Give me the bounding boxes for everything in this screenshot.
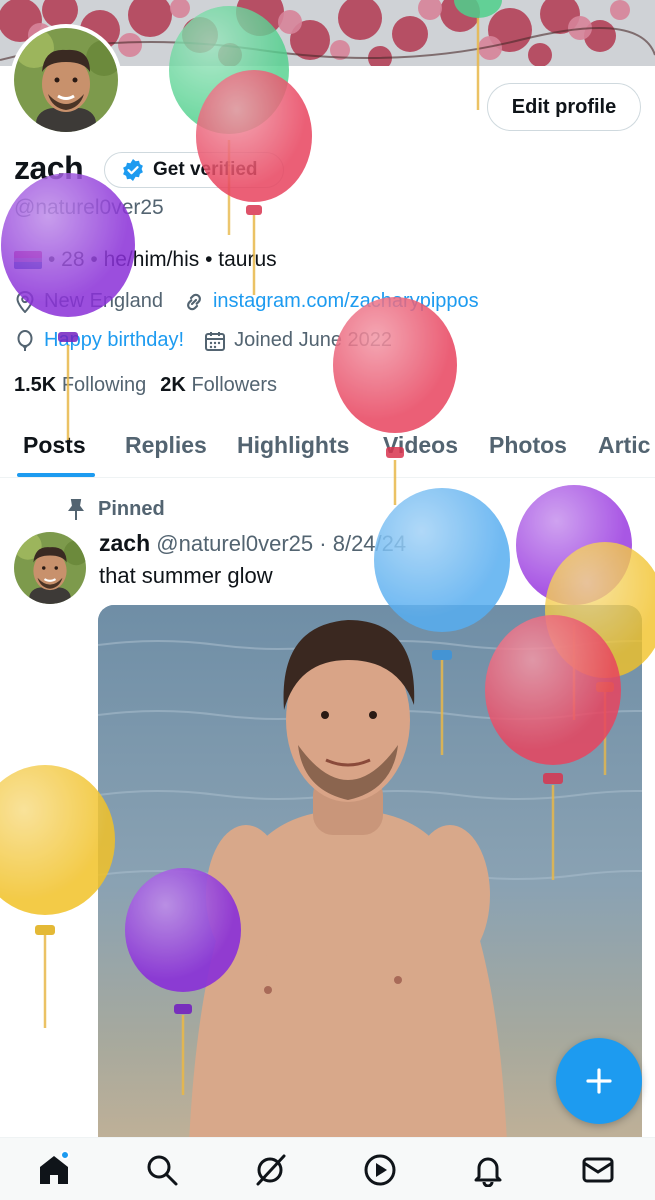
pinned-text: Pinned [98, 498, 165, 520]
post-date[interactable]: 8/24/24 [333, 531, 406, 556]
compose-post-button[interactable] [556, 1038, 642, 1124]
tab-highlights[interactable]: Highlights [237, 432, 349, 459]
website-link[interactable]: instagram.com/zacharypippos [213, 290, 479, 313]
post-author-avatar[interactable] [14, 532, 86, 604]
profile-meta-row-1: New England instagram.com/zacharypippos [14, 290, 479, 313]
nav-messages[interactable] [580, 1152, 616, 1188]
pinned-label-row: Pinned [66, 498, 165, 521]
grok-icon [256, 1154, 286, 1186]
mail-icon [582, 1157, 614, 1183]
bi-pride-flag-icon [14, 251, 42, 269]
post-author-name[interactable]: zach [99, 530, 150, 556]
avatar-face-image [14, 532, 86, 604]
balloon-icon [14, 329, 36, 352]
bio-text: • 28 • he/him/his • taurus [48, 248, 277, 271]
profile-name: zach [14, 150, 84, 186]
search-icon [147, 1155, 178, 1186]
get-verified-label: Get verified [153, 159, 258, 180]
tab-videos[interactable]: Videos [383, 432, 458, 459]
nav-grok[interactable] [252, 1152, 288, 1188]
nav-notifications[interactable] [470, 1152, 506, 1188]
plus-icon [586, 1068, 612, 1094]
joined-date: Joined June 2022 [234, 329, 392, 351]
profile-tabs: Posts Replies Highlights Videos Photos A… [0, 414, 655, 478]
location-text: New England [44, 290, 163, 312]
tab-replies[interactable]: Replies [125, 432, 207, 459]
tab-photos[interactable]: Photos [489, 432, 567, 459]
home-unread-dot [60, 1150, 70, 1160]
bell-icon [474, 1157, 502, 1187]
calendar-icon [204, 330, 226, 352]
profile-avatar[interactable] [10, 24, 122, 136]
post-header: zach @naturel0ver25 · 8/24/24 [99, 530, 406, 557]
nav-search[interactable] [144, 1152, 180, 1188]
profile-bio: • 28 • he/him/his • taurus [14, 248, 277, 272]
edit-profile-button[interactable]: Edit profile [487, 83, 641, 131]
tab-posts[interactable]: Posts [23, 432, 86, 459]
avatar-face-image [14, 28, 118, 132]
location-pin-icon [14, 290, 36, 313]
link-icon [183, 291, 205, 313]
tab-articles[interactable]: Artic [598, 432, 650, 459]
active-tab-indicator [17, 473, 95, 477]
nav-video[interactable] [362, 1152, 398, 1188]
follow-stats: 1.5K Following 2K Followers [14, 374, 277, 397]
bottom-navigation [0, 1137, 655, 1200]
post-author-handle[interactable]: @naturel0ver25 [156, 531, 313, 556]
followers-link[interactable]: 2K Followers [160, 374, 277, 397]
get-verified-button[interactable]: Get verified [104, 152, 284, 188]
verified-badge-icon [123, 159, 143, 181]
following-link[interactable]: 1.5K Following [14, 374, 146, 397]
profile-handle: @naturel0ver25 [14, 196, 164, 219]
profile-meta-row-2: Happy birthday! Joined June 2022 [14, 329, 392, 352]
post-separator: · [319, 531, 327, 556]
birthday-text[interactable]: Happy birthday! [44, 329, 184, 352]
pin-icon [68, 498, 84, 520]
video-icon [364, 1154, 396, 1186]
post-text: that summer glow [99, 563, 273, 588]
